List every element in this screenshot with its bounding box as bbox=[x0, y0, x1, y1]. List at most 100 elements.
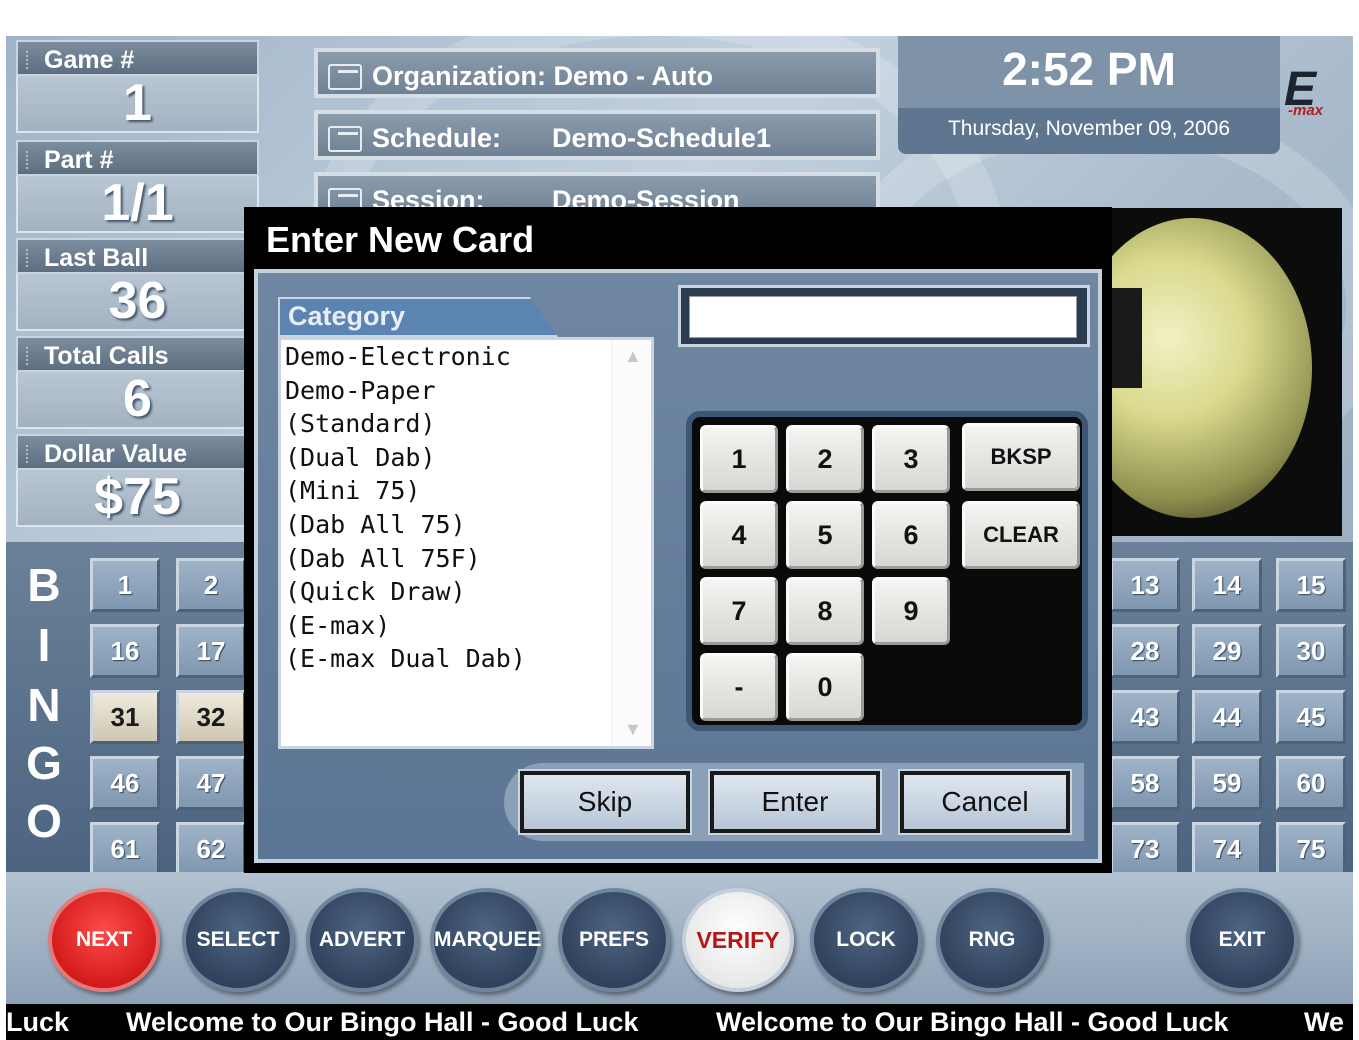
card-entry-box bbox=[678, 285, 1090, 347]
stat-total-calls: Total Calls 6 bbox=[16, 336, 259, 429]
stat-game-number: Game # 1 bbox=[16, 40, 259, 133]
rng-button[interactable]: RNG bbox=[936, 888, 1048, 992]
select-button[interactable]: SELECT bbox=[182, 888, 294, 992]
marquee-text: We bbox=[1304, 1007, 1345, 1037]
scroll-down-icon[interactable]: ▼ bbox=[624, 719, 642, 740]
category-item[interactable]: (E-max) bbox=[281, 609, 651, 643]
skip-button[interactable]: Skip bbox=[518, 769, 692, 835]
category-list[interactable]: Demo-Electronic Demo-Paper (Standard) (Du… bbox=[278, 337, 654, 749]
key-2[interactable]: 2 bbox=[786, 425, 864, 493]
board-cell-30[interactable]: 30 bbox=[1276, 624, 1346, 678]
clear-button[interactable]: CLEAR bbox=[962, 501, 1080, 569]
board-cell-32[interactable]: 32 bbox=[176, 690, 246, 744]
key-3[interactable]: 3 bbox=[872, 425, 950, 493]
board-letter-i: I bbox=[37, 619, 51, 671]
verify-button[interactable]: VERIFY bbox=[682, 888, 794, 992]
board-cell-43[interactable]: 43 bbox=[1110, 690, 1180, 744]
pointing-hand-icon bbox=[328, 125, 362, 152]
category-item[interactable]: (Dab All 75F) bbox=[281, 542, 651, 576]
stat-part-number: Part # 1/1 bbox=[16, 140, 259, 233]
key-4[interactable]: 4 bbox=[700, 501, 778, 569]
category-item[interactable]: (Dual Dab) bbox=[281, 441, 651, 475]
board-cell-74[interactable]: 74 bbox=[1192, 822, 1262, 876]
stat-last-ball: Last Ball 36 bbox=[16, 238, 259, 331]
key-6[interactable]: 6 bbox=[872, 501, 950, 569]
next-button[interactable]: NEXT bbox=[48, 888, 160, 992]
schedule-bar[interactable]: Schedule: Demo-Schedule1 bbox=[314, 110, 880, 160]
board-cell-15[interactable]: 15 bbox=[1276, 558, 1346, 612]
stat-value: 36 bbox=[16, 274, 259, 331]
board-cell-31[interactable]: 31 bbox=[90, 690, 160, 744]
board-cell-17[interactable]: 17 bbox=[176, 624, 246, 678]
stat-label: Part # bbox=[16, 140, 259, 176]
category-item[interactable]: (Standard) bbox=[281, 407, 651, 441]
stat-label: Total Calls bbox=[16, 336, 259, 372]
lock-button[interactable]: LOCK bbox=[810, 888, 922, 992]
category-item[interactable]: Demo-Electronic bbox=[281, 340, 651, 374]
logo-sub: -max bbox=[1288, 102, 1324, 119]
board-cell-2[interactable]: 2 bbox=[176, 558, 246, 612]
clock-panel: 2:52 PM Thursday, November 09, 2006 bbox=[898, 36, 1280, 156]
key-dash[interactable]: - bbox=[700, 653, 778, 721]
numeric-keypad: 1 2 3 BKSP 4 5 6 CLEAR 7 8 9 - 0 bbox=[686, 411, 1088, 731]
board-cell-14[interactable]: 14 bbox=[1192, 558, 1262, 612]
marquee-text: Welcome to Our Bingo Hall - Good Luck bbox=[126, 1007, 639, 1037]
board-cell-73[interactable]: 73 bbox=[1110, 822, 1180, 876]
board-cell-1[interactable]: 1 bbox=[90, 558, 160, 612]
marquee-text: Welcome to Our Bingo Hall - Good Luck bbox=[716, 1007, 1229, 1037]
category-items: Demo-Electronic Demo-Paper (Standard) (Du… bbox=[281, 340, 651, 676]
key-1[interactable]: 1 bbox=[700, 425, 778, 493]
key-7[interactable]: 7 bbox=[700, 577, 778, 645]
category-item[interactable]: (Quick Draw) bbox=[281, 575, 651, 609]
category-item[interactable]: (Mini 75) bbox=[281, 474, 651, 508]
category-item[interactable]: (Dab All 75) bbox=[281, 508, 651, 542]
dialog-title: Enter New Card bbox=[266, 219, 535, 260]
marquee-text: Luck bbox=[6, 1007, 70, 1037]
bottom-nav: NEXT SELECT ADVERT MARQUEE PREFS VERIFY LOCK RN… bbox=[6, 872, 1353, 1004]
organization-value: Demo - Auto bbox=[553, 61, 713, 91]
key-0[interactable]: 0 bbox=[786, 653, 864, 721]
clock-time: 2:52 PM bbox=[898, 36, 1280, 108]
board-cell-46[interactable]: 46 bbox=[90, 756, 160, 810]
key-9[interactable]: 9 bbox=[872, 577, 950, 645]
prefs-button[interactable]: PREFS bbox=[558, 888, 670, 992]
scroll-up-icon[interactable]: ▲ bbox=[624, 346, 642, 367]
stat-value: $75 bbox=[16, 470, 259, 527]
key-5[interactable]: 5 bbox=[786, 501, 864, 569]
category-item[interactable]: (E-max Dual Dab) bbox=[281, 642, 651, 676]
stat-value: 6 bbox=[16, 372, 259, 429]
board-cell-13[interactable]: 13 bbox=[1110, 558, 1180, 612]
advert-button[interactable]: ADVERT bbox=[306, 888, 418, 992]
category-header: Category bbox=[278, 297, 558, 337]
board-cell-58[interactable]: 58 bbox=[1110, 756, 1180, 810]
enter-new-card-dialog: Enter New Card Category Demo-Electronic D… bbox=[244, 207, 1112, 873]
board-cell-44[interactable]: 44 bbox=[1192, 690, 1262, 744]
board-cell-45[interactable]: 45 bbox=[1276, 690, 1346, 744]
schedule-value: Demo-Schedule1 bbox=[552, 123, 772, 153]
stat-value: 1 bbox=[16, 76, 259, 133]
backspace-button[interactable]: BKSP bbox=[962, 423, 1080, 491]
dialog-body: Category Demo-Electronic Demo-Paper (Stan… bbox=[254, 269, 1102, 863]
board-cell-28[interactable]: 28 bbox=[1110, 624, 1180, 678]
key-8[interactable]: 8 bbox=[786, 577, 864, 645]
category-item[interactable]: Demo-Paper bbox=[281, 374, 651, 408]
board-cell-59[interactable]: 59 bbox=[1192, 756, 1262, 810]
board-cell-60[interactable]: 60 bbox=[1276, 756, 1346, 810]
board-cell-47[interactable]: 47 bbox=[176, 756, 246, 810]
category-scrollbar[interactable]: ▲ ▼ bbox=[611, 340, 651, 746]
organization-key: Organization: bbox=[372, 61, 546, 91]
marquee-button[interactable]: MARQUEE bbox=[430, 888, 542, 992]
board-cell-16[interactable]: 16 bbox=[90, 624, 160, 678]
board-cell-62[interactable]: 62 bbox=[176, 822, 246, 876]
schedule-key: Schedule: bbox=[372, 123, 502, 153]
organization-bar[interactable]: Organization: Demo - Auto bbox=[314, 48, 880, 98]
card-number-input[interactable] bbox=[689, 296, 1077, 338]
cancel-button[interactable]: Cancel bbox=[898, 769, 1072, 835]
stat-label: Game # bbox=[16, 40, 259, 76]
exit-button[interactable]: EXIT bbox=[1186, 888, 1298, 992]
board-letter-o: O bbox=[26, 795, 62, 847]
board-cell-75[interactable]: 75 bbox=[1276, 822, 1346, 876]
board-cell-29[interactable]: 29 bbox=[1192, 624, 1262, 678]
enter-button[interactable]: Enter bbox=[708, 769, 882, 835]
board-cell-61[interactable]: 61 bbox=[90, 822, 160, 876]
